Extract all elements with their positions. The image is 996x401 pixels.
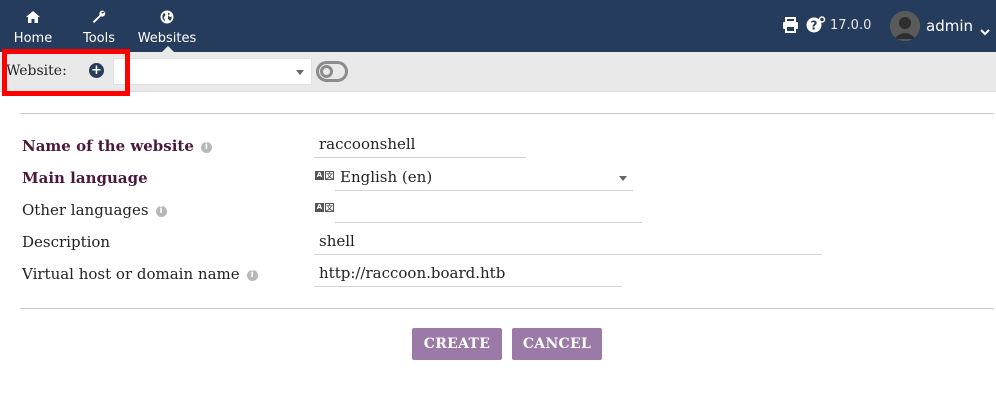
nav-websites-label: Websites <box>137 31 197 46</box>
nav-home[interactable]: Home <box>8 0 58 52</box>
language-icon: A文 <box>315 203 334 212</box>
description-row-label: Description <box>22 233 110 251</box>
description-input[interactable]: shell <box>314 229 822 255</box>
divider-top <box>20 113 994 114</box>
highlight-box <box>2 49 130 96</box>
wrench-icon <box>76 10 122 26</box>
globe-icon <box>134 10 200 26</box>
toggle-knob <box>320 65 333 78</box>
info-icon: i <box>200 141 212 153</box>
nav-tools[interactable]: Tools <box>76 0 122 52</box>
username[interactable]: admin <box>926 17 973 35</box>
top-menu-bar: Home Tools Websites ? 17.0.0 admin <box>0 0 996 52</box>
name-label: Name of the website <box>22 137 194 155</box>
info-icon: i <box>246 269 258 281</box>
printer-icon[interactable] <box>782 17 799 37</box>
name-row-label: Name of the website i <box>22 137 212 155</box>
main-language-label: Main language <box>22 169 148 187</box>
divider-bottom <box>20 308 994 309</box>
info-icon: i <box>155 205 167 217</box>
website-name-input[interactable]: raccoonshell <box>314 132 526 158</box>
main-language-row-label: Main language <box>22 169 148 187</box>
help-icon[interactable]: ? <box>806 16 826 38</box>
dropdown-arrow-icon <box>619 176 627 181</box>
main-language-value: English (en) <box>340 168 433 186</box>
other-languages-input[interactable] <box>335 197 642 223</box>
vhost-input[interactable]: http://raccoon.board.htb <box>314 261 622 287</box>
svg-text:?: ? <box>811 19 818 33</box>
nav-tools-label: Tools <box>82 31 116 46</box>
other-languages-label: Other languages <box>22 201 149 219</box>
website-toolbar: Website: + <box>0 52 996 92</box>
language-icon: A文 <box>315 171 334 180</box>
home-icon <box>8 10 58 26</box>
description-label: Description <box>22 233 111 251</box>
nav-websites[interactable]: Websites <box>134 0 200 52</box>
preview-toggle[interactable] <box>316 61 348 82</box>
version-number: 17.0.0 <box>830 18 872 33</box>
nav-home-label: Home <box>13 31 53 46</box>
dropdown-arrow-icon <box>296 70 304 75</box>
website-select[interactable] <box>113 58 312 85</box>
cancel-button[interactable]: CANCEL <box>512 328 602 360</box>
other-languages-row-label: Other languages i <box>22 201 167 219</box>
main-language-select[interactable]: English (en) <box>335 165 633 191</box>
vhost-label: Virtual host or domain name <box>22 265 240 283</box>
vhost-row-label: Virtual host or domain name i <box>22 265 258 283</box>
chevron-down-icon[interactable] <box>980 21 990 40</box>
create-button[interactable]: CREATE <box>412 328 502 360</box>
avatar[interactable] <box>890 11 920 41</box>
